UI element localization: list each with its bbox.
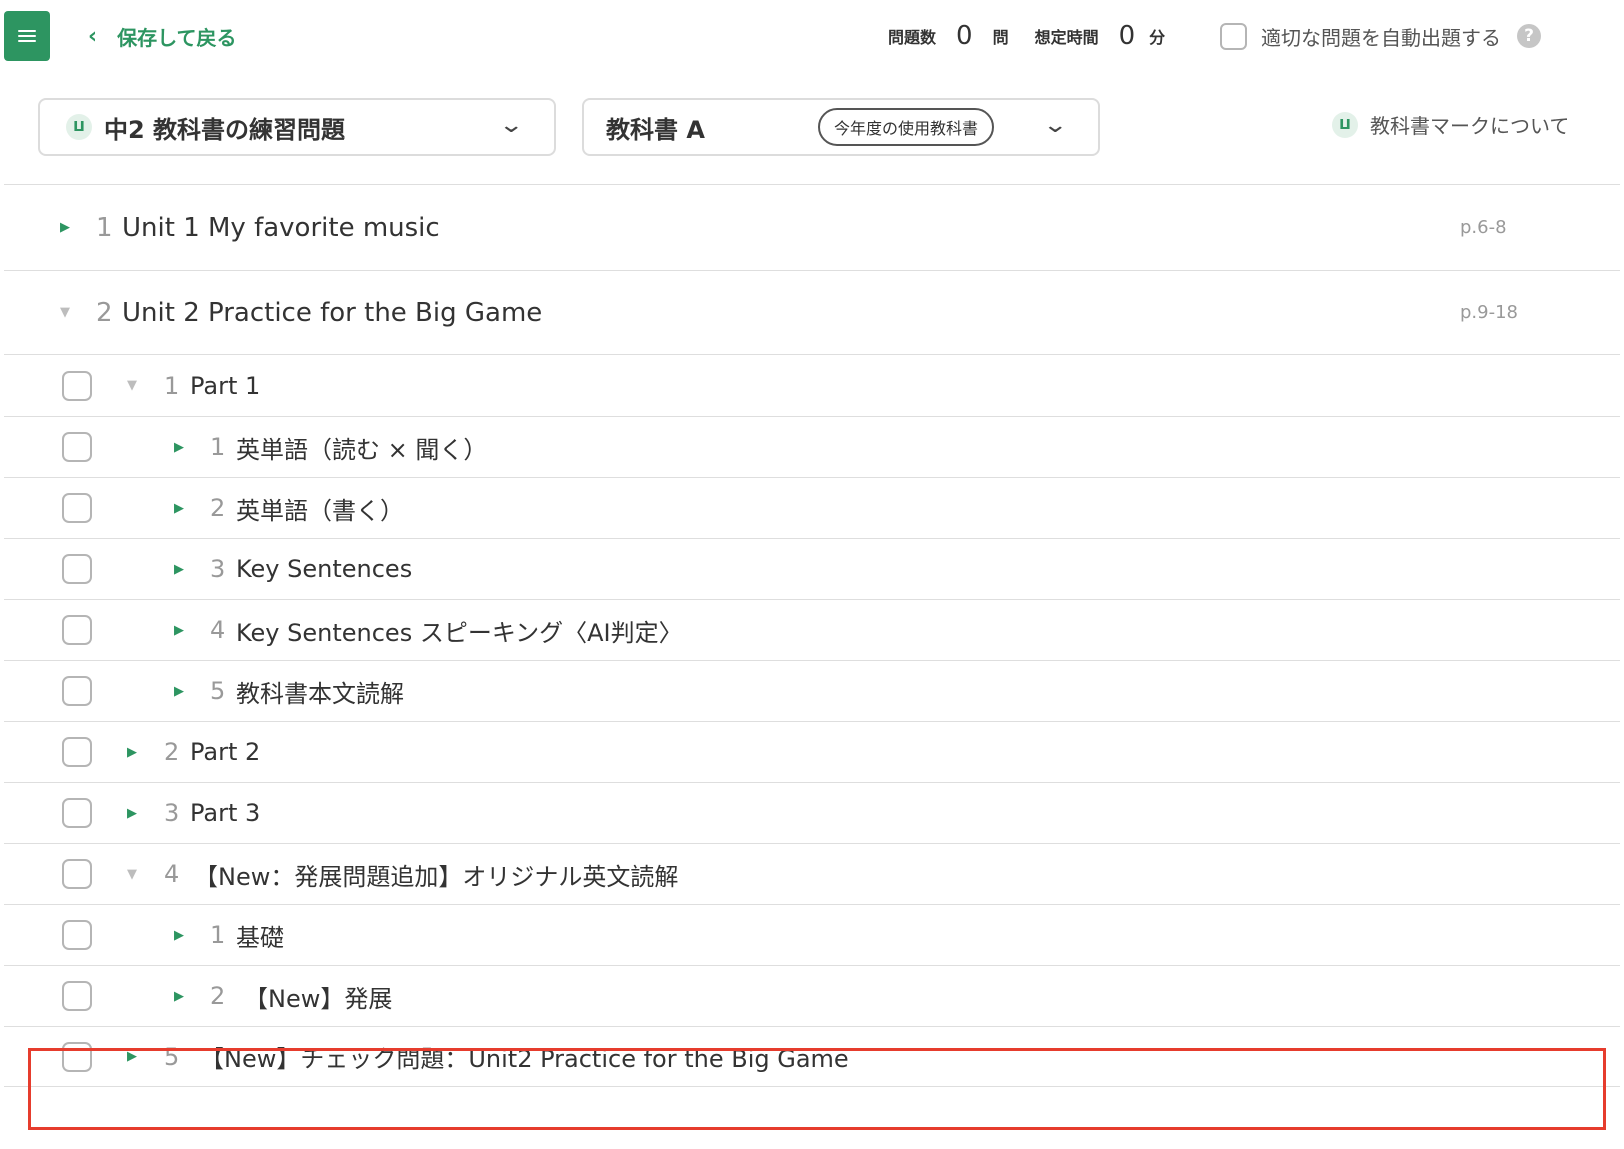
item-label: 教科書本文読解 [236, 679, 404, 708]
help-icon[interactable]: ? [1517, 24, 1541, 48]
item-label: Part 3 [190, 799, 261, 827]
unit-row[interactable]: ▶ 1 Unit 1 My favorite music p.6-8 [4, 184, 1620, 270]
page-range: p.9-18 [1460, 302, 1518, 323]
part-row[interactable]: ▼ 1 Part 1 [4, 354, 1620, 416]
item-index: 2 [164, 738, 180, 766]
part-row[interactable]: ▶ 3 Part 3 [4, 782, 1620, 843]
item-index: 4 [210, 616, 226, 644]
section-row[interactable]: ▶ 5 教科書本文読解 [4, 660, 1620, 721]
part-row[interactable]: ▼ 4 【New：発展問題追加】オリジナル英文読解 [4, 843, 1620, 904]
question-count-unit: 問 [992, 28, 1009, 47]
section-row[interactable]: ▶ 2 英単語（書く） [4, 477, 1620, 538]
section-row[interactable]: ▶ 3 Key Sentences [4, 538, 1620, 599]
part-row[interactable]: ▶ 2 Part 2 [4, 721, 1620, 782]
item-index: 3 [210, 555, 226, 583]
expand-arrow-icon[interactable]: ▶ [127, 806, 137, 821]
section-row[interactable]: ▶ 1 基礎 [4, 904, 1620, 965]
item-index: 1 [210, 921, 226, 949]
row-checkbox[interactable] [62, 615, 92, 645]
expand-arrow-icon[interactable]: ▶ [174, 989, 184, 1004]
menu-button[interactable] [4, 11, 50, 61]
estimated-time-value: 0 [1118, 21, 1136, 51]
item-label: 基礎 [236, 923, 284, 952]
row-checkbox[interactable] [62, 981, 92, 1011]
row-checkbox[interactable] [62, 554, 92, 584]
section-row[interactable]: ▶ 2 【New】発展 [4, 965, 1620, 1026]
collapse-arrow-icon[interactable]: ▼ [60, 305, 70, 320]
expand-arrow-icon[interactable]: ▶ [174, 562, 184, 577]
row-checkbox[interactable] [62, 370, 92, 401]
row-checkbox[interactable] [62, 859, 92, 889]
item-index: 1 [164, 371, 180, 400]
item-label: Part 1 [190, 371, 261, 400]
collapse-arrow-icon[interactable]: ▼ [127, 867, 137, 882]
collapse-arrow-icon[interactable]: ▼ [127, 378, 137, 393]
row-checkbox[interactable] [62, 432, 92, 462]
section-row[interactable]: ▶ 1 英単語（読む × 聞く） [4, 416, 1620, 477]
expand-arrow-icon[interactable]: ▶ [174, 440, 184, 455]
expand-arrow-icon[interactable]: ▶ [174, 928, 184, 943]
chevron-left-icon: ‹ [88, 23, 98, 49]
item-index: 1 [210, 433, 226, 461]
highlight-box [28, 1048, 1606, 1130]
item-label: 【New：発展問題追加】オリジナル英文読解 [194, 862, 679, 891]
estimated-time-unit: 分 [1149, 28, 1166, 47]
item-index: 2 [96, 297, 113, 328]
item-label: 【New】発展 [244, 984, 393, 1013]
current-textbook-badge: 今年度の使用教科書 [818, 108, 995, 146]
course-select[interactable]: ⵡ 中2 教科書の練習問題 ⌄ [38, 98, 556, 156]
expand-arrow-icon[interactable]: ▶ [174, 623, 184, 638]
unit-row[interactable]: ▼ 2 Unit 2 Practice for the Big Game p.9… [4, 270, 1620, 354]
auto-assign-label: 適切な問題を自動出題する [1261, 25, 1501, 50]
item-label: Part 2 [190, 738, 261, 766]
hamburger-menu-icon [18, 27, 36, 45]
textbook-select[interactable]: 教科書 A 今年度の使用教科書 ⌄ [582, 98, 1100, 156]
page-range: p.6-8 [1460, 217, 1507, 238]
chevron-down-icon: ⌄ [497, 113, 524, 138]
question-stats: 問題数 0 問 想定時間 0 分 [888, 18, 1165, 54]
textbook-mark-icon: ⵡ [66, 114, 92, 140]
textbook-mark-info-label: 教科書マークについて [1370, 114, 1570, 138]
item-label: 英単語（書く） [236, 496, 404, 525]
item-index: 2 [210, 494, 226, 522]
estimated-time-label: 想定時間 [1034, 28, 1099, 47]
item-index: 4 [164, 860, 180, 888]
row-checkbox[interactable] [62, 493, 92, 523]
chevron-down-icon: ⌄ [1041, 113, 1068, 138]
expand-arrow-icon[interactable]: ▶ [127, 745, 137, 760]
course-select-value: 中2 教科書の練習問題 [104, 115, 346, 144]
item-index: 3 [164, 799, 180, 827]
auto-assign-option[interactable]: 適切な問題を自動出題する ? [1220, 20, 1541, 52]
item-label: Key Sentences [236, 555, 413, 583]
textbook-mark-info-link[interactable]: ⵡ 教科書マークについて [1332, 110, 1569, 139]
item-label: Unit 1 My favorite music [122, 212, 440, 243]
expand-arrow-icon[interactable]: ▶ [60, 220, 70, 235]
save-and-back-link[interactable]: ‹ 保存して戻る [88, 20, 236, 52]
row-checkbox[interactable] [62, 798, 92, 828]
save-and-back-label: 保存して戻る [117, 25, 237, 50]
item-index: 5 [210, 677, 226, 705]
row-checkbox[interactable] [62, 920, 92, 950]
expand-arrow-icon[interactable]: ▶ [174, 501, 184, 516]
row-checkbox[interactable] [62, 737, 92, 767]
item-index: 1 [96, 212, 113, 243]
section-row[interactable]: ▶ 4 Key Sentences スピーキング〈AI判定〉 [4, 599, 1620, 660]
question-count-value: 0 [956, 21, 973, 51]
expand-arrow-icon[interactable]: ▶ [174, 684, 184, 699]
item-label: Unit 2 Practice for the Big Game [122, 297, 543, 328]
textbook-mark-icon: ⵡ [1332, 111, 1358, 138]
row-checkbox[interactable] [62, 676, 92, 706]
textbook-select-value: 教科書 A [606, 115, 705, 144]
item-label: Key Sentences スピーキング〈AI判定〉 [236, 618, 683, 647]
question-count-label: 問題数 [888, 28, 937, 47]
auto-assign-checkbox[interactable] [1220, 22, 1247, 50]
item-index: 2 [210, 982, 226, 1010]
item-label: 英単語（読む × 聞く） [236, 435, 488, 464]
